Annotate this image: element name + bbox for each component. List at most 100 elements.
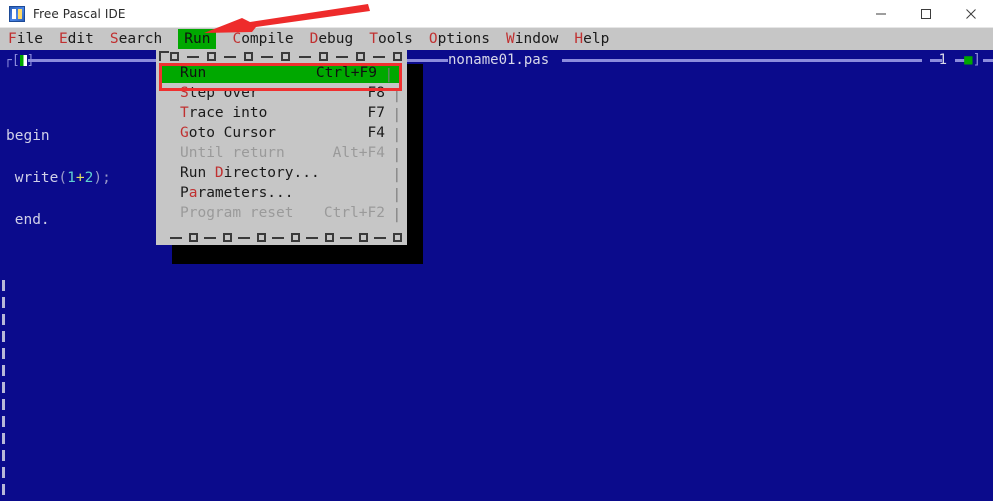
- menu-border-dash: [170, 236, 182, 239]
- menubar-item-file[interactable]: File: [8, 29, 43, 49]
- menu-right-border-mark: |: [384, 67, 393, 83]
- maximize-button[interactable]: [903, 0, 948, 28]
- code-token: end.: [6, 212, 50, 228]
- menu-bottom-dash-row: [170, 232, 402, 243]
- menubar-item-search[interactable]: Search: [110, 29, 162, 49]
- app-icon: [9, 5, 25, 22]
- menu-border-dash: [306, 236, 319, 239]
- run-menu-item-label: Goto Cursor: [180, 123, 276, 143]
- menubar-item-hotkey: C: [232, 31, 242, 47]
- menu-border-square: [290, 233, 300, 242]
- menubar-item-hotkey: E: [58, 31, 68, 47]
- menu-border-square: [281, 52, 291, 61]
- menu-border-dash: [372, 55, 385, 58]
- label-rest: rameters...: [197, 185, 294, 201]
- menu-bottom-border: [156, 230, 407, 245]
- label-prefix: Run: [180, 165, 215, 181]
- code-line: write(1+2);: [6, 168, 111, 189]
- menu-border-dash: [261, 55, 274, 58]
- menu-border-square: [318, 52, 328, 61]
- menu-top-dash-row: [170, 51, 402, 62]
- menubar-item-hotkey: O: [428, 31, 438, 47]
- menu-border-square: [355, 52, 365, 61]
- menu-right-border-mark: |: [392, 187, 401, 203]
- run-menu-item-list: Run Ctrl+F9 | Step over F8 | Trace into F7 | Goto…: [156, 63, 407, 223]
- menu-corner-icon: [159, 51, 169, 61]
- run-menu-item-label: Step over: [180, 83, 259, 103]
- menubar-item-label: ptions: [437, 31, 491, 47]
- close-button[interactable]: [948, 0, 993, 28]
- menu-border-square: [170, 52, 179, 61]
- menubar-item-window[interactable]: Window: [506, 29, 558, 49]
- code-token: ): [93, 170, 103, 186]
- menubar-item-help[interactable]: Help: [574, 29, 609, 49]
- menubar-item-tools[interactable]: Tools: [369, 29, 413, 49]
- run-menu-item-run[interactable]: Run Ctrl+F9 |: [162, 63, 399, 83]
- menubar-item-label: ile: [16, 31, 43, 47]
- menubar-item-label: ebug: [318, 31, 354, 47]
- label-rest: un: [188, 65, 207, 81]
- run-menu-item-step-over[interactable]: Step over F8 |: [156, 83, 407, 103]
- label-rest: irectory...: [223, 165, 320, 181]
- code-token: begin: [6, 128, 50, 144]
- editor-title-rule-mid: [415, 59, 437, 62]
- menu-border-dash: [374, 236, 387, 239]
- run-menu-item-parameters[interactable]: Parameters... |: [156, 183, 407, 203]
- editor-left-border: [2, 280, 5, 501]
- run-menu-item-shortcut: F8: [367, 85, 385, 101]
- close-icon: [965, 8, 976, 19]
- label-prefix: P: [180, 185, 189, 201]
- menu-right-border-mark: |: [392, 147, 401, 163]
- menu-border-square: [188, 233, 198, 242]
- menubar-item-hotkey: T: [369, 31, 378, 47]
- run-menu-item-goto-cursor[interactable]: Goto Cursor F4 |: [156, 123, 407, 143]
- label-hotkey: S: [180, 85, 189, 101]
- menubar-item-edit[interactable]: Edit: [59, 29, 94, 49]
- run-menu-item-run-directory[interactable]: Run Directory... |: [156, 163, 407, 183]
- run-dropdown-menu: Run Ctrl+F9 | Step over F8 | Trace into F7 | Goto…: [156, 50, 407, 245]
- run-menu-item-trace-into[interactable]: Trace into F7 |: [156, 103, 407, 123]
- code-token: ;: [102, 170, 111, 186]
- menubar-item-compile[interactable]: Compile: [232, 29, 293, 49]
- menubar-item-options[interactable]: Options: [429, 29, 490, 49]
- editor-titlebar: ┌[] noname01.pas 1 ■]: [0, 50, 993, 70]
- menu-border-dash: [272, 236, 285, 239]
- menubar-item-run[interactable]: Run: [178, 29, 217, 49]
- menu-border-square: [256, 233, 266, 242]
- editor-resize-icon[interactable]: ■]: [964, 52, 981, 68]
- menu-border-square: [324, 233, 334, 242]
- menubar-item-hotkey: R: [184, 31, 193, 47]
- label-hotkey: G: [180, 125, 189, 141]
- menubar-item-hotkey: F: [8, 31, 17, 47]
- run-menu-item-label: Program reset: [180, 203, 294, 223]
- menubar-item-label: dit: [67, 31, 94, 47]
- code-token: write: [6, 170, 59, 186]
- menu-border-square: [392, 233, 402, 242]
- label-hotkey: P: [180, 205, 189, 221]
- minimize-button[interactable]: [858, 0, 903, 28]
- menubar-item-debug[interactable]: Debug: [310, 29, 354, 49]
- free-pascal-ide-window: Free Pascal IDE File Edit Search Run Com…: [0, 0, 993, 501]
- menu-border-square: [207, 52, 217, 61]
- menubar-item-label: ompile: [241, 31, 294, 47]
- editor-body[interactable]: begin write(1+2); end.: [0, 70, 993, 501]
- menu-border-dash: [335, 55, 348, 58]
- menubar-item-label: indow: [514, 31, 559, 47]
- source-code[interactable]: begin write(1+2); end.: [6, 126, 111, 231]
- editor-filename: noname01.pas: [448, 52, 550, 68]
- label-hotkey: U: [180, 145, 189, 161]
- menu-border-dash: [340, 236, 353, 239]
- menubar-item-label: earch: [118, 31, 163, 47]
- menu-border-square: [222, 233, 232, 242]
- run-menu-item-label: Run Directory...: [180, 163, 320, 183]
- label-rest: race into: [188, 105, 268, 121]
- menu-border-dash: [187, 55, 200, 58]
- run-menu-item-shortcut: F7: [367, 105, 385, 121]
- editor-window-number: 1: [938, 52, 947, 68]
- editor-close-box[interactable]: ┌[]: [4, 54, 34, 67]
- run-menu-item-label: Trace into: [180, 103, 267, 123]
- run-menu-item-label: Parameters...: [180, 183, 294, 203]
- code-token: (: [58, 170, 68, 186]
- run-menu-item-label: Until return: [180, 143, 285, 163]
